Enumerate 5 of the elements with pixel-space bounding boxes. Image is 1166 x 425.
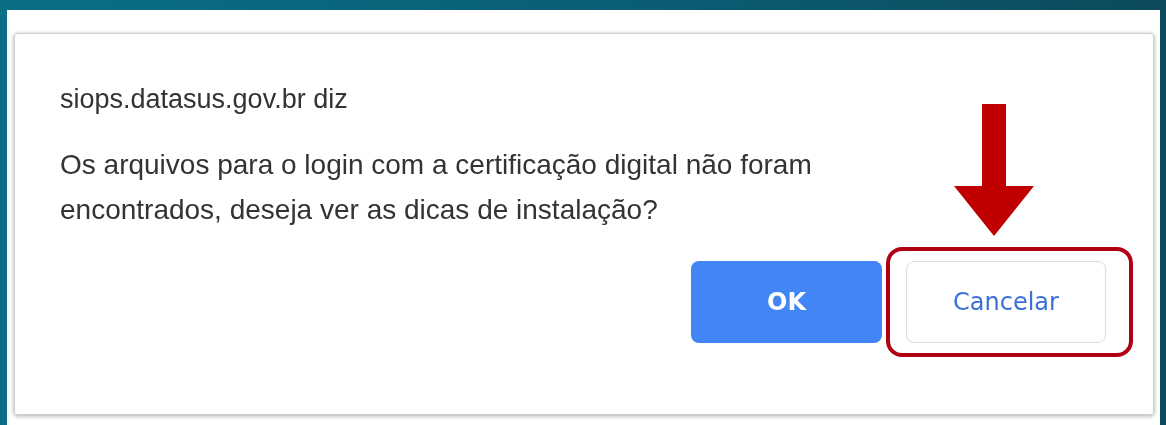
dialog-button[interactable]: OK [691,261,882,343]
dialog-message: Os arquivos para o login com a certificação digital não foram encontrados, deseja ver as dicas de instalação? [60,148,813,227]
down-arrow-icon [954,104,1034,236]
dialog-title: siops.datasus.gov.br diz [60,83,349,116]
dialog-button[interactable]: Cancelar [906,261,1106,343]
